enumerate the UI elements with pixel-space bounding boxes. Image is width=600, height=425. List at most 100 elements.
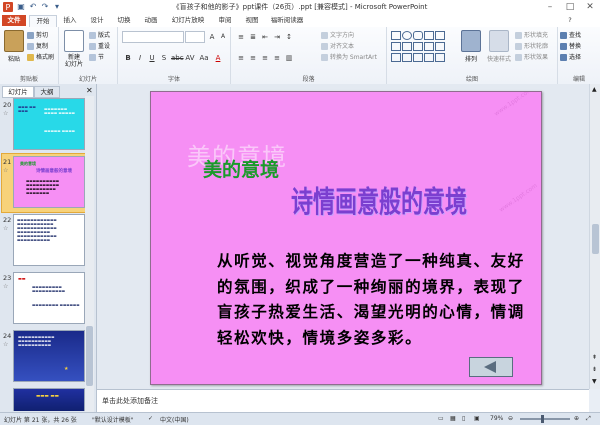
select-button[interactable]: 选择	[560, 53, 581, 62]
normal-view-icon[interactable]: ▭	[438, 415, 444, 422]
reading-view-icon[interactable]: ▯	[462, 415, 465, 422]
justify-icon[interactable]: ≡	[271, 52, 283, 64]
maximize-button[interactable]: □	[560, 0, 580, 14]
tab-foxit[interactable]: 福昕阅读器	[267, 15, 307, 26]
close-panel-icon[interactable]: ✕	[86, 86, 93, 95]
customize-quick-access-icon[interactable]: ▾	[52, 2, 62, 12]
slide-thumbnail-23[interactable]: ▬▬ ▬▬▬▬▬▬▬▬▬ ▬▬▬▬▬▬▬▬▬▬ ▬▬▬▬▬▬▬▬ ▬▬▬▬▬▬	[13, 272, 85, 324]
heart-shape-icon[interactable]	[424, 53, 434, 62]
slide-thumbnail-25[interactable]: ▬▬▬ ▬▬	[13, 388, 85, 411]
numbering-icon[interactable]: ≣	[247, 31, 259, 43]
curve-shape-icon[interactable]	[435, 42, 445, 51]
scrollbar-thumb[interactable]	[86, 326, 93, 386]
bold-button[interactable]: B	[122, 52, 134, 64]
layout-button[interactable]: 版式	[89, 31, 110, 40]
shadow-button[interactable]: S	[158, 52, 170, 64]
slide-panel-scrollbar[interactable]	[85, 96, 94, 412]
reset-button[interactable]: 重设	[89, 42, 110, 51]
line-spacing-icon[interactable]: ↕	[283, 31, 295, 43]
increase-indent-icon[interactable]: ⇥	[271, 31, 283, 43]
zoom-in-icon[interactable]: ⊕	[574, 415, 579, 422]
bullets-icon[interactable]: ≡	[235, 31, 247, 43]
find-button[interactable]: 查找	[560, 31, 581, 40]
shrink-font-icon[interactable]: A	[217, 31, 229, 43]
font-size-select[interactable]	[185, 31, 205, 43]
shape-effects-button[interactable]: 形状效果	[515, 53, 548, 62]
shapes-gallery[interactable]	[391, 31, 457, 64]
scrollbar-thumb[interactable]	[592, 224, 599, 254]
zoom-slider[interactable]	[520, 418, 570, 420]
zoom-level[interactable]: 79%	[490, 415, 503, 422]
prev-slide-icon[interactable]: ⇞	[592, 354, 597, 361]
replace-button[interactable]: 替换	[560, 42, 581, 51]
brace-shape-icon[interactable]	[424, 42, 434, 51]
panel-tab-slides[interactable]: 幻灯片	[2, 86, 34, 98]
fit-to-window-icon[interactable]: ⤢	[586, 415, 591, 423]
char-spacing-button[interactable]: AV	[184, 52, 196, 64]
shape-fill-button[interactable]: 形状填充	[515, 31, 548, 40]
columns-icon[interactable]: ▥	[283, 52, 295, 64]
chevron-shape-icon[interactable]	[413, 53, 423, 62]
quick-styles-button[interactable]: 快速样式	[485, 30, 513, 63]
callout-shape-icon[interactable]	[413, 42, 423, 51]
align-left-icon[interactable]: ≡	[235, 52, 247, 64]
minimize-button[interactable]: –	[540, 0, 560, 14]
font-color-button[interactable]: A	[212, 52, 224, 64]
main-scrollbar[interactable]: ▲ ⇞ ⇟ ▼	[589, 84, 600, 389]
slide-thumbnail-20[interactable]: ▬▬▬ ▬▬ ▬▬▬ ▬▬▬▬▬▬▬ ▬▬▬▬ ▬▬▬▬▬ ▬▬▬▬▬ ▬▬▬▬	[13, 98, 85, 150]
align-text-button[interactable]: 对齐文本	[321, 42, 354, 51]
slideshow-view-icon[interactable]: ▣	[474, 415, 480, 422]
paste-button[interactable]: 粘贴	[2, 30, 26, 63]
zoom-slider-handle[interactable]	[541, 415, 544, 423]
rounded-rect-shape-icon[interactable]	[413, 31, 423, 40]
line-shape-icon[interactable]	[424, 31, 434, 40]
scroll-up-icon[interactable]: ▲	[592, 86, 597, 93]
tab-design[interactable]: 设计	[85, 15, 109, 26]
arrow-shape-icon[interactable]	[435, 31, 445, 40]
star-shape-icon[interactable]	[402, 42, 412, 51]
smiley-shape-icon[interactable]	[435, 53, 445, 62]
panel-tab-outline[interactable]: 大纲	[34, 86, 60, 98]
save-icon[interactable]: ▣	[16, 2, 26, 12]
tab-animations[interactable]: 动画	[139, 15, 163, 26]
italic-button[interactable]: I	[134, 52, 146, 64]
spellcheck-icon[interactable]: ✓	[148, 415, 153, 422]
cut-button[interactable]: 剪切	[27, 31, 48, 40]
tab-slideshow[interactable]: 幻灯片放映	[166, 15, 210, 26]
text-direction-button[interactable]: 文字方向	[321, 31, 354, 40]
tab-home[interactable]: 开始	[29, 15, 57, 27]
tab-transitions[interactable]: 切换	[112, 15, 136, 26]
smartart-button[interactable]: 转换为 SmartArt	[321, 53, 377, 62]
strikethrough-button[interactable]: abc	[170, 52, 184, 64]
arrange-button[interactable]: 排列	[459, 30, 483, 63]
zoom-out-icon[interactable]: ⊖	[508, 415, 513, 422]
copy-button[interactable]: 复制	[27, 42, 48, 51]
align-center-icon[interactable]: ≡	[247, 52, 259, 64]
current-slide[interactable]: www.1ppt.com www.1ppt.com 美的意境 美的意境 诗情画意…	[150, 91, 542, 385]
tab-file[interactable]: 文件	[2, 15, 26, 26]
notes-pane[interactable]: 单击此处添加备注	[97, 389, 589, 412]
pentagon-shape-icon[interactable]	[402, 53, 412, 62]
format-painter-button[interactable]: 格式刷	[27, 53, 54, 62]
close-button[interactable]: ✕	[580, 0, 600, 14]
slide-sorter-icon[interactable]: ▦	[450, 415, 456, 422]
triangle-shape-icon[interactable]	[391, 42, 401, 51]
underline-button[interactable]: U	[146, 52, 158, 64]
undo-icon[interactable]: ↶	[28, 2, 38, 12]
rectangle-shape-icon[interactable]	[391, 31, 401, 40]
scroll-down-icon[interactable]: ▼	[592, 378, 597, 385]
slide-thumbnail-24[interactable]: ▬▬▬▬▬▬▬▬▬▬▬ ▬▬▬▬▬▬▬▬▬▬ ▬▬▬▬▬▬▬▬▬▬ ★	[13, 330, 85, 382]
language-indicator[interactable]: 中文(中国)	[160, 415, 189, 424]
slide-thumbnail-21[interactable]: 美的意境 诗情画意般的意境 ▬▬▬▬▬▬▬▬▬▬ ▬▬▬▬▬▬▬▬▬▬ ▬▬▬▬…	[13, 156, 85, 208]
font-name-select[interactable]	[122, 31, 184, 43]
decrease-indent-icon[interactable]: ⇤	[259, 31, 271, 43]
next-slide-icon[interactable]: ⇟	[592, 366, 597, 373]
section-button[interactable]: 节	[89, 53, 104, 62]
change-case-button[interactable]: Aa	[198, 52, 210, 64]
back-nav-button[interactable]	[469, 357, 513, 377]
tab-insert[interactable]: 插入	[58, 15, 82, 26]
tab-view[interactable]: 视图	[240, 15, 264, 26]
slide-thumbnail-22[interactable]: ▬▬▬▬▬▬▬▬▬▬▬▬ ▬▬▬▬▬▬▬▬▬▬▬ ▬▬▬▬▬▬▬▬▬▬▬▬ ▬▬…	[13, 214, 85, 266]
tab-review[interactable]: 审阅	[213, 15, 237, 26]
oval-shape-icon[interactable]	[402, 31, 412, 40]
